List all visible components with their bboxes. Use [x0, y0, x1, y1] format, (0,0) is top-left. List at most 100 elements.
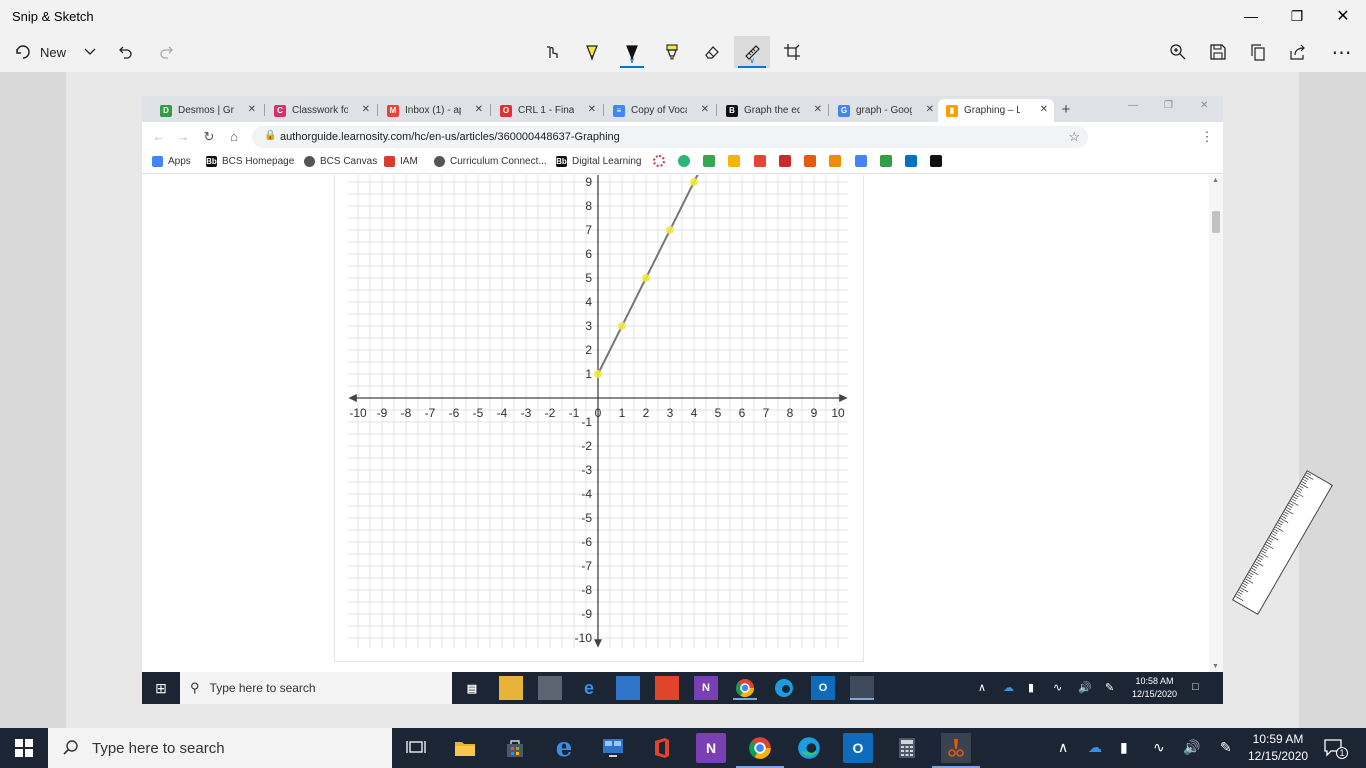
- bookmark-ae-icon[interactable]: [804, 155, 816, 167]
- outlook-button[interactable]: O: [843, 733, 873, 763]
- save-button[interactable]: [1202, 36, 1234, 68]
- tab-close-icon[interactable]: ✕: [701, 104, 709, 115]
- action-center-button[interactable]: 1: [1324, 739, 1348, 760]
- tab-close-icon[interactable]: ✕: [362, 104, 370, 115]
- browser-tab[interactable]: D Desmos | Graph ✕: [152, 99, 262, 122]
- browser-tab[interactable]: M Inbox (1) - apo ✕: [379, 99, 489, 122]
- omnibox[interactable]: 🔒 authorguide.learnosity.com/hc/en-us/ar…: [252, 126, 1088, 148]
- bookmark-grammarly-icon[interactable]: [678, 155, 690, 167]
- taskbar-search-box[interactable]: Type here to search: [48, 728, 392, 768]
- scroll-thumb[interactable]: [1212, 211, 1220, 233]
- eraser-button[interactable]: [696, 36, 728, 68]
- reload-button[interactable]: ↻: [201, 129, 217, 145]
- chrome-restore-button[interactable]: ❐: [1164, 100, 1173, 111]
- bookmark-b-icon[interactable]: [930, 155, 942, 167]
- chevron-down-icon: [84, 48, 96, 55]
- restore-button[interactable]: ❐: [1274, 0, 1320, 32]
- redo-button[interactable]: [152, 36, 180, 68]
- onedrive-icon[interactable]: ☁: [1088, 739, 1102, 756]
- onenote-button[interactable]: N: [696, 733, 726, 763]
- volume-icon[interactable]: 🔊: [1183, 739, 1200, 756]
- ruler-tick: [1243, 580, 1249, 584]
- tab-close-icon[interactable]: ✕: [248, 104, 256, 115]
- pen-workspace-icon[interactable]: ✎: [1220, 739, 1232, 756]
- bookmark-curriculum-connect[interactable]: Curriculum Connect...: [434, 156, 547, 167]
- browser-tab[interactable]: B Graph the equ ✕: [718, 99, 828, 122]
- lock-icon[interactable]: 🔒: [264, 130, 276, 141]
- start-button[interactable]: [0, 728, 48, 768]
- tab-close-icon[interactable]: ✕: [588, 104, 596, 115]
- snip-sketch-button[interactable]: [932, 733, 980, 768]
- bookmark-iam[interactable]: IAM: [384, 156, 418, 167]
- internet-explorer-button[interactable]: e: [549, 733, 579, 763]
- scroll-up-arrow[interactable]: ▲: [1212, 177, 1219, 184]
- bookmark-docs-icon[interactable]: [855, 155, 867, 167]
- bookmark-fn-icon[interactable]: [829, 155, 841, 167]
- bookmark-digital-learning[interactable]: Bb Digital Learning: [556, 156, 642, 167]
- forward-button[interactable]: →: [175, 129, 191, 144]
- tab-close-icon[interactable]: ✕: [926, 104, 934, 115]
- clock[interactable]: 10:59 AM 12/15/2020: [1248, 731, 1308, 765]
- tab-favicon-icon: M: [387, 104, 399, 117]
- touch-writing-button[interactable]: [536, 36, 568, 68]
- pencil-button[interactable]: ∨: [616, 36, 648, 68]
- browser-tab[interactable]: Ggraph - Google ✕: [830, 99, 940, 122]
- calculator-button[interactable]: [892, 733, 922, 763]
- page-scrollbar[interactable]: ▲ ▼: [1209, 175, 1223, 672]
- bookmark-slides-icon[interactable]: [728, 155, 740, 167]
- home-button[interactable]: ⌂: [226, 129, 242, 144]
- show-hidden-icons-button[interactable]: ∧: [1058, 739, 1068, 756]
- office-button[interactable]: [647, 733, 677, 763]
- tab-close-icon[interactable]: ✕: [814, 104, 822, 115]
- remote-desktop-button[interactable]: [598, 733, 628, 763]
- zoom-button[interactable]: [1162, 36, 1194, 68]
- bookmark-red-icon[interactable]: [779, 155, 791, 167]
- crop-button[interactable]: [776, 36, 808, 68]
- x-tick-label: 2: [643, 406, 650, 420]
- ruler-button[interactable]: ∨: [734, 36, 770, 68]
- ballpoint-pen-button[interactable]: [576, 36, 608, 68]
- outlook-icon: O: [811, 676, 835, 700]
- bookmark-outlook-icon[interactable]: [905, 155, 917, 167]
- bookmark-bcs-canvas[interactable]: BCS Canvas: [304, 156, 377, 167]
- copy-button[interactable]: [1242, 36, 1274, 68]
- undo-button[interactable]: [112, 36, 140, 68]
- bookmark-bcs-homepage[interactable]: Bb BCS Homepage: [206, 156, 294, 167]
- minimize-button[interactable]: —: [1228, 0, 1274, 32]
- tab-close-icon[interactable]: ✕: [475, 104, 483, 115]
- new-snip-button[interactable]: New: [10, 36, 70, 68]
- more-options-button[interactable]: ⋯: [1326, 36, 1358, 68]
- chrome-button[interactable]: [736, 733, 784, 768]
- battery-icon[interactable]: ▮: [1120, 739, 1128, 756]
- new-snip-dropdown[interactable]: [78, 36, 102, 68]
- ruler-tick: [1287, 504, 1293, 509]
- chrome-menu-button[interactable]: ⋮: [1199, 129, 1215, 145]
- close-button[interactable]: ✕: [1320, 0, 1366, 32]
- tab-close-icon[interactable]: ✕: [1040, 104, 1048, 115]
- new-tab-button[interactable]: +: [1056, 99, 1076, 119]
- browser-tab[interactable]: C Classwork for ✕: [266, 99, 376, 122]
- share-button[interactable]: [1282, 36, 1314, 68]
- eraser-icon: [705, 46, 719, 59]
- bookmark-drive-icon[interactable]: [703, 155, 715, 167]
- highlighter-button[interactable]: [656, 36, 688, 68]
- browser-tab[interactable]: ≡ Copy of Vocab ✕: [605, 99, 715, 122]
- wifi-icon[interactable]: ∿: [1153, 739, 1165, 756]
- edge-button[interactable]: [794, 733, 824, 763]
- bookmark-crl-icon[interactable]: [653, 155, 665, 167]
- store-button[interactable]: [500, 733, 530, 763]
- bookmark-classroom-icon[interactable]: [880, 155, 892, 167]
- y-tick-label: -6: [581, 535, 592, 549]
- bookmark-star-icon[interactable]: ☆: [1068, 129, 1080, 145]
- browser-tab[interactable]: O CRL 1 - Final S ✕: [492, 99, 602, 122]
- chrome-minimize-button[interactable]: —: [1128, 100, 1138, 111]
- scroll-down-arrow[interactable]: ▼: [1212, 663, 1219, 670]
- browser-tab[interactable]: ▮ Graphing – Le ✕: [938, 99, 1054, 122]
- bookmark-gmail-icon[interactable]: [754, 155, 766, 167]
- chrome-close-button[interactable]: ✕: [1200, 100, 1208, 111]
- task-view-button[interactable]: [401, 733, 431, 763]
- back-button[interactable]: ←: [151, 129, 167, 144]
- file-explorer-button[interactable]: [450, 733, 480, 763]
- bookmark-apps[interactable]: Apps: [152, 156, 191, 167]
- tab-favicon-icon: G: [838, 104, 850, 117]
